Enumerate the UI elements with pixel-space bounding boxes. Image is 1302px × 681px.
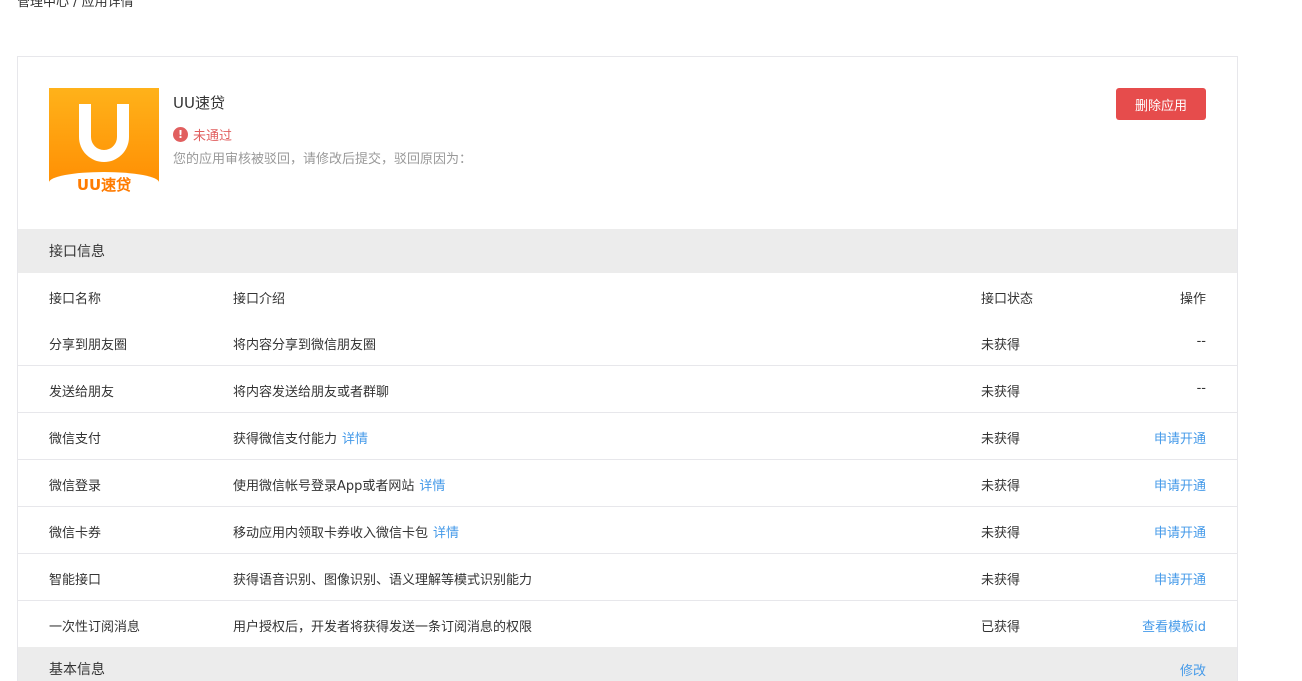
table-row: 微信登录 使用微信帐号登录App或者网站 详情 未获得 申请开通 <box>18 460 1237 507</box>
interface-desc: 将内容发送给朋友或者群聊 <box>233 381 389 400</box>
interface-desc: 用户授权后，开发者将获得发送一条订阅消息的权限 <box>233 616 532 635</box>
table-row: 微信支付 获得微信支付能力 详情 未获得 申请开通 <box>18 413 1237 460</box>
interface-name: 智能接口 <box>49 573 102 588</box>
detail-link[interactable]: 详情 <box>433 526 459 541</box>
interface-action-placeholder: -- <box>1196 381 1206 396</box>
table-row: 微信卡券 移动应用内领取卡券收入微信卡包 详情 未获得 申请开通 <box>18 507 1237 554</box>
interface-desc: 将内容分享到微信朋友圈 <box>233 334 376 353</box>
column-header-op: 操作 <box>1179 292 1206 307</box>
table-row: 智能接口 获得语音识别、图像识别、语义理解等模式识别能力 未获得 申请开通 <box>18 554 1237 601</box>
app-header: UU速贷 UU速贷 ! 未通过 您的应用审核被驳回，请修改后提交，驳回原因为： … <box>18 57 1237 229</box>
interface-desc: 使用微信帐号登录App或者网站 详情 <box>233 475 445 494</box>
interface-state: 未获得 <box>981 338 1021 353</box>
interface-state: 未获得 <box>981 385 1021 400</box>
interface-desc: 移动应用内领取卡券收入微信卡包 详情 <box>233 522 459 541</box>
interface-action-link[interactable]: 申请开通 <box>1154 522 1206 541</box>
interface-desc-text: 将内容分享到微信朋友圈 <box>233 338 377 353</box>
app-logo: UU速贷 <box>49 88 159 198</box>
edit-basic-link[interactable]: 修改 <box>1180 660 1206 679</box>
interface-desc: 获得微信支付能力 详情 <box>233 428 368 447</box>
delete-app-button[interactable]: 删除应用 <box>1116 88 1206 120</box>
column-header-name: 接口名称 <box>49 292 102 307</box>
interface-state: 已获得 <box>981 620 1021 635</box>
interface-state: 未获得 <box>981 479 1021 494</box>
interface-action-link[interactable]: 申请开通 <box>1154 569 1206 588</box>
interface-desc-text: 用户授权后，开发者将获得发送一条订阅消息的权限 <box>233 620 533 635</box>
table-row: 发送给朋友 将内容发送给朋友或者群聊 未获得 -- <box>18 366 1237 413</box>
interface-desc-text: 使用微信帐号登录App或者网站 <box>233 479 415 494</box>
app-detail-panel: UU速贷 UU速贷 ! 未通过 您的应用审核被驳回，请修改后提交，驳回原因为： … <box>17 56 1238 681</box>
table-row: 分享到朋友圈 将内容分享到微信朋友圈 未获得 -- <box>18 319 1237 366</box>
interface-state: 未获得 <box>981 432 1021 447</box>
app-name: UU速贷 <box>173 94 225 112</box>
breadcrumb: 管理中心 / 应用详情 <box>17 0 134 10</box>
interface-name: 微信登录 <box>49 479 102 494</box>
interface-desc: 获得语音识别、图像识别、语义理解等模式识别能力 <box>233 569 532 588</box>
detail-link[interactable]: 详情 <box>342 432 368 447</box>
interface-state: 未获得 <box>981 573 1021 588</box>
interface-desc-text: 获得微信支付能力 <box>233 432 338 447</box>
column-header-desc: 接口介绍 <box>233 292 286 307</box>
logo-u-shape <box>79 104 129 162</box>
interface-desc-text: 将内容发送给朋友或者群聊 <box>233 385 390 400</box>
interface-desc-text: 移动应用内领取卡券收入微信卡包 <box>233 526 429 541</box>
interface-action-link[interactable]: 查看模板id <box>1142 616 1206 635</box>
basic-section-header: 基本信息 修改 <box>18 647 1237 681</box>
interface-name: 微信卡券 <box>49 526 102 541</box>
interface-name: 发送给朋友 <box>49 385 115 400</box>
warning-icon: ! <box>173 127 188 142</box>
interface-state: 未获得 <box>981 526 1021 541</box>
interface-action-link[interactable]: 申请开通 <box>1154 475 1206 494</box>
detail-link[interactable]: 详情 <box>419 479 445 494</box>
interface-name: 微信支付 <box>49 432 102 447</box>
review-status: ! 未通过 <box>173 125 232 144</box>
logo-text: UU速贷 <box>76 176 132 194</box>
table-row: 一次性订阅消息 用户授权后，开发者将获得发送一条订阅消息的权限 已获得 查看模板id <box>18 601 1237 648</box>
interface-action-link[interactable]: 申请开通 <box>1154 428 1206 447</box>
interface-desc-text: 获得语音识别、图像识别、语义理解等模式识别能力 <box>233 573 533 588</box>
column-header-state: 接口状态 <box>981 292 1034 307</box>
interface-action-placeholder: -- <box>1196 334 1206 349</box>
interface-name: 一次性订阅消息 <box>49 620 141 635</box>
section-title: 基本信息 <box>49 662 105 678</box>
status-text: 未通过 <box>193 129 233 144</box>
interface-name: 分享到朋友圈 <box>49 338 128 353</box>
interface-section-header: 接口信息 <box>18 229 1237 273</box>
interface-table-header: 接口名称 接口介绍 接口状态 操作 <box>18 273 1237 319</box>
section-title: 接口信息 <box>49 244 105 260</box>
reject-reason: 您的应用审核被驳回，请修改后提交，驳回原因为： <box>173 152 473 167</box>
